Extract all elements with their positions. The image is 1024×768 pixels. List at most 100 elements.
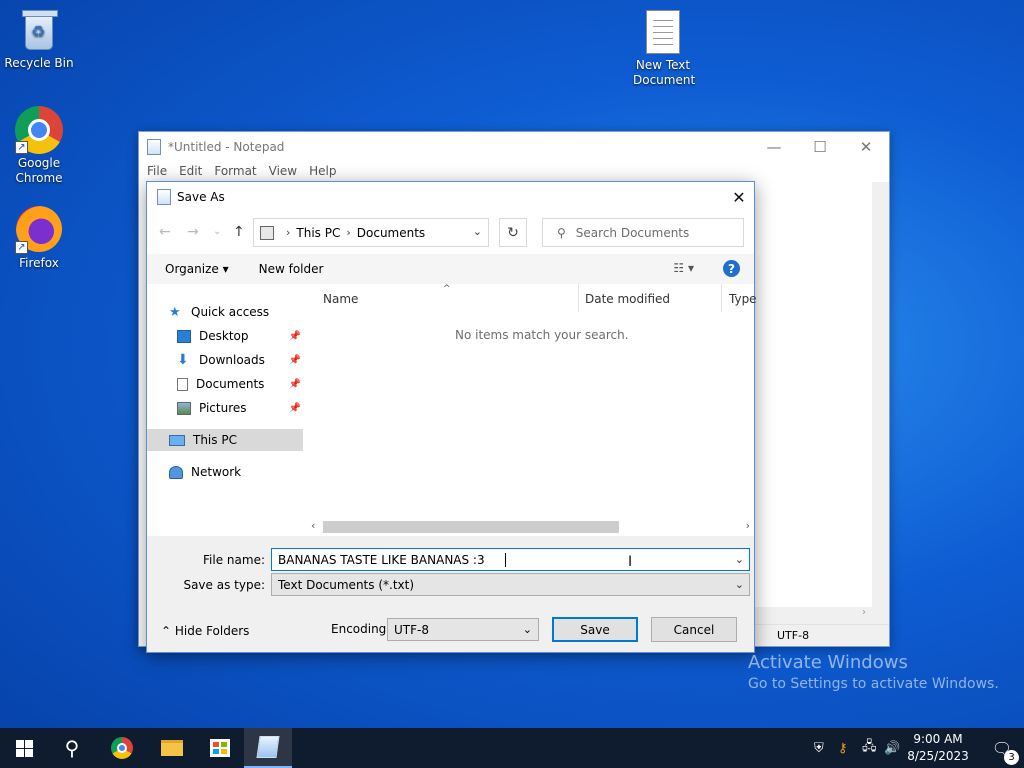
save-type-value: Text Documents (*.txt) — [278, 578, 415, 592]
save-type-select[interactable]: Text Documents (*.txt) ⌄ — [271, 573, 750, 596]
refresh-button[interactable]: ↻ — [499, 218, 527, 247]
save-button[interactable]: Save — [552, 617, 638, 642]
cancel-button[interactable]: Cancel — [651, 617, 737, 642]
breadcrumb-separator-icon: › — [286, 226, 291, 239]
network-tray-icon[interactable]: 🖧 — [862, 728, 877, 768]
view-options-button[interactable]: ☷ ▾ — [673, 261, 694, 275]
encoding-select[interactable]: UTF-8 ⌄ — [387, 618, 539, 641]
dialog-toolbar: Organize ▾ New folder ☷ ▾ ? — [147, 254, 754, 284]
nav-quick-access[interactable]: ★ Quick access — [169, 301, 305, 323]
nav-label: This PC — [193, 433, 237, 447]
nav-label: Documents — [196, 377, 265, 391]
search-placeholder: Search Documents — [575, 225, 690, 240]
breadcrumb-this-pc[interactable]: This PC — [296, 226, 340, 240]
nav-pictures[interactable]: Pictures 📌 — [177, 397, 305, 419]
chevron-down-icon[interactable]: ⌄ — [473, 225, 482, 238]
text-cursor — [505, 553, 506, 567]
chevron-down-icon[interactable]: ⌄ — [735, 553, 744, 566]
watermark-title: Activate Windows — [748, 652, 908, 673]
taskbar-chrome[interactable] — [98, 728, 146, 768]
maximize-button[interactable]: ☐ — [797, 132, 843, 162]
scroll-right-icon[interactable]: › — [746, 519, 750, 532]
new-folder-button[interactable]: New folder — [259, 262, 324, 276]
menu-view[interactable]: View — [263, 162, 303, 182]
scrollbar-thumb[interactable] — [323, 521, 619, 533]
this-pc-icon — [260, 225, 274, 240]
nav-desktop[interactable]: Desktop 📌 — [177, 325, 305, 347]
help-icon[interactable]: ? — [723, 260, 740, 277]
close-icon: ✕ — [732, 187, 746, 207]
address-bar[interactable]: › This PC › Documents ⌄ — [253, 218, 489, 247]
taskbar-file-explorer[interactable] — [148, 728, 196, 768]
notepad-horizontal-scrollbar[interactable]: › — [755, 607, 872, 624]
organize-button[interactable]: Organize ▾ — [165, 262, 229, 276]
volume-icon[interactable]: 🔊 — [884, 728, 900, 768]
scroll-left-icon[interactable]: ‹ — [311, 519, 315, 532]
desktop-icon-label: Firefox — [19, 256, 59, 270]
taskbar: ⚲ ⛨ ⚷ 🖧 🔊 9:00 AM 8/25/2023 🗨 3 — [0, 728, 1024, 768]
taskbar-notepad[interactable] — [244, 728, 292, 768]
column-divider[interactable] — [578, 284, 579, 312]
dialog-close-button[interactable]: ✕ — [724, 182, 754, 212]
star-icon: ★ — [169, 304, 181, 320]
refresh-icon: ↻ — [507, 224, 519, 241]
column-divider[interactable] — [721, 284, 722, 312]
menu-file[interactable]: File — [141, 162, 173, 182]
column-date-modified[interactable]: Date modified — [585, 292, 670, 306]
taskbar-store[interactable] — [196, 728, 244, 768]
menu-format[interactable]: Format — [208, 162, 262, 182]
system-clock[interactable]: 9:00 AM 8/25/2023 — [900, 731, 976, 765]
notepad-icon — [147, 139, 161, 155]
notification-center-button[interactable]: 🗨 3 — [980, 728, 1024, 768]
notepad-vertical-scrollbar[interactable] — [872, 182, 889, 625]
recent-locations-icon[interactable]: ⌄ — [213, 226, 221, 237]
column-type[interactable]: Type — [729, 292, 757, 306]
menu-edit[interactable]: Edit — [173, 162, 208, 182]
hide-folders-button[interactable]: ⌃ Hide Folders — [161, 624, 249, 638]
text-document-icon — [639, 10, 687, 56]
back-arrow-icon[interactable]: ← — [159, 224, 171, 240]
save-type-row: Save as type: Text Documents (*.txt) ⌄ — [147, 573, 754, 597]
tray-security-icon[interactable]: ⛨ — [814, 728, 824, 768]
chrome-icon: ↗ — [15, 106, 63, 154]
menu-help[interactable]: Help — [303, 162, 342, 182]
search-button[interactable]: ⚲ — [48, 728, 96, 768]
up-arrow-icon[interactable]: ↑ — [233, 224, 245, 240]
column-name[interactable]: Name — [323, 292, 358, 306]
dialog-footer: ⌃ Hide Folders Encoding: UTF-8 ⌄ Save Ca… — [147, 610, 754, 650]
sort-ascending-icon: ^ — [443, 284, 451, 294]
breadcrumb-separator-icon: › — [346, 226, 351, 239]
watermark-subtitle: Go to Settings to activate Windows. — [748, 676, 999, 692]
start-button[interactable] — [0, 728, 48, 768]
minimize-button[interactable]: — — [751, 132, 797, 162]
file-name-label: File name: — [203, 553, 265, 567]
desktop-icon-recycle-bin[interactable]: ♻ Recycle Bin — [1, 8, 77, 71]
encoding-value: UTF-8 — [394, 623, 429, 637]
firefox-icon: ↗ — [15, 206, 63, 254]
recycle-bin-icon: ♻ — [19, 8, 59, 54]
forward-arrow-icon[interactable]: → — [187, 224, 199, 240]
notepad-menubar: File Edit Format View Help — [139, 162, 889, 182]
nav-downloads[interactable]: ⬇ Downloads 📌 — [177, 349, 305, 371]
search-icon: ⚲ — [64, 736, 80, 760]
desktop-icon-google-chrome[interactable]: ↗ Google Chrome — [1, 106, 77, 186]
notification-badge: 3 — [1004, 750, 1019, 765]
empty-message: No items match your search. — [455, 328, 629, 342]
search-input[interactable]: ⚲ Search Documents — [542, 218, 744, 247]
windows-logo-icon — [15, 739, 33, 757]
file-name-row: File name: BANANAS TASTE LIKE BANANAS :3… — [147, 548, 754, 572]
file-name-input[interactable]: BANANAS TASTE LIKE BANANAS :3 I ⌄ — [271, 548, 750, 571]
close-button[interactable]: ✕ — [843, 132, 889, 162]
nav-this-pc[interactable]: This PC — [147, 429, 303, 451]
nav-network[interactable]: Network — [169, 461, 305, 483]
breadcrumb-documents[interactable]: Documents — [357, 226, 425, 240]
pin-icon: 📌 — [288, 354, 301, 366]
dialog-titlebar[interactable]: Save As — [147, 182, 754, 212]
file-list-horizontal-scrollbar[interactable]: ‹ › — [305, 518, 754, 536]
store-icon — [210, 739, 230, 757]
address-bar-area: ← → ⌄ ↑ › This PC › Documents ⌄ ↻ ⚲ Sear… — [147, 212, 754, 254]
tray-key-icon[interactable]: ⚷ — [838, 728, 848, 768]
desktop-icon-firefox[interactable]: ↗ Firefox — [1, 206, 77, 271]
nav-documents[interactable]: Documents 📌 — [177, 373, 305, 395]
desktop-icon-new-text-document[interactable]: New Text Document — [625, 10, 701, 88]
